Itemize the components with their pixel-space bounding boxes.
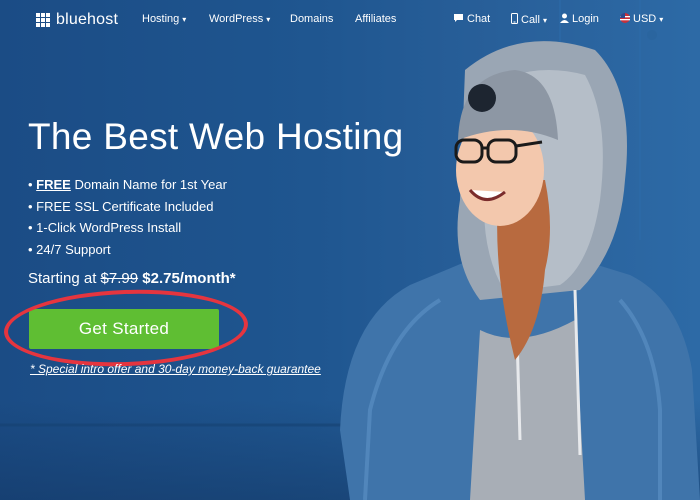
top-nav: bluehost Hosting ▾ WordPress ▾ Domains Aff…: [0, 0, 700, 40]
feature-item: • 24/7 Support: [28, 241, 111, 257]
feature-item: • 1-Click WordPress Install: [28, 220, 182, 235]
chat-icon: [454, 14, 463, 22]
nav-domains[interactable]: Domains: [290, 13, 333, 25]
user-icon: [560, 13, 569, 23]
nav-chat[interactable]: Chat: [453, 13, 490, 25]
starting-price: Starting at $7.99 $2.75/month*: [28, 270, 236, 287]
logo-text: bluehost: [56, 11, 119, 28]
bluehost-logo[interactable]: bluehost: [36, 11, 118, 29]
nav-hosting[interactable]: Hosting ▾: [142, 13, 186, 25]
hero-person-photo: [340, 41, 700, 500]
logo-grid-icon: [36, 13, 50, 27]
nav-call[interactable]: Call ▾: [511, 13, 547, 26]
old-price: $7.99: [100, 270, 139, 287]
feature-item: • FREE SSL Certificate Included: [28, 198, 214, 214]
new-price: $2.75/month*: [142, 270, 236, 287]
nav-login[interactable]: Login: [560, 13, 599, 25]
hero-title: The Best Web Hosting: [28, 116, 404, 157]
phone-icon: [511, 13, 518, 24]
feature-list: • FREE Domain Name for 1st Year • FREE S…: [28, 177, 227, 263]
chevron-down-icon: ▾: [182, 15, 187, 24]
offer-disclaimer-link[interactable]: * Special intro offer and 30-day money-b…: [30, 362, 321, 376]
chevron-down-icon: ▾: [266, 15, 271, 24]
chevron-down-icon: ▾: [659, 15, 664, 24]
us-flag-icon: [620, 13, 630, 23]
feature-item: • FREE Domain Name for 1st Year: [28, 177, 227, 192]
chevron-down-icon: ▾: [542, 16, 547, 25]
nav-affiliates[interactable]: Affiliates: [355, 13, 396, 25]
currency-selector[interactable]: USD ▾: [620, 13, 663, 25]
nav-wordpress[interactable]: WordPress ▾: [209, 13, 270, 25]
